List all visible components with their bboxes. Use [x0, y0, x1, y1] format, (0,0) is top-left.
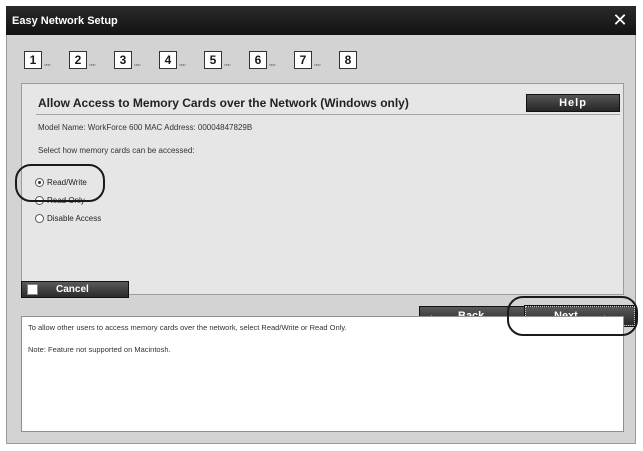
radio-button[interactable] [35, 195, 44, 205]
step-dots: ▫▫▫ [89, 62, 95, 69]
divider [36, 114, 620, 115]
step-number: 2 [69, 51, 87, 69]
step-dots: ▫▫▫ [179, 62, 185, 69]
instruction-text: Select how memory cards can be accessed: [38, 146, 195, 155]
info-panel: To allow other users to access memory ca… [21, 316, 624, 432]
step-6: 6 ▫▫▫ [249, 51, 288, 69]
step-number: 7 [294, 51, 312, 69]
cancel-checkbox-icon [27, 284, 38, 295]
radio-button[interactable] [35, 177, 44, 187]
info-note: Note: Feature not supported on Macintosh… [28, 345, 171, 354]
model-info: Model Name: WorkForce 600 MAC Address: 0… [38, 123, 253, 132]
radio-button[interactable] [35, 213, 44, 223]
step-1: 1 ▫▫▫ [24, 51, 63, 69]
step-number: 5 [204, 51, 222, 69]
step-2: 2 ▫▫▫ [69, 51, 108, 69]
page-title: Allow Access to Memory Cards over the Ne… [38, 96, 409, 110]
step-dots: ▫▫▫ [269, 62, 275, 69]
option-read-only[interactable]: Read Only [35, 191, 101, 209]
option-label: Read Only [47, 195, 85, 205]
window-title: Easy Network Setup [12, 14, 118, 27]
help-button[interactable]: Help [526, 94, 620, 112]
cancel-label: Cancel [56, 284, 89, 295]
step-3: 3 ▫▫▫ [114, 51, 153, 69]
cancel-button[interactable]: Cancel [21, 281, 129, 298]
step-4: 4 ▫▫▫ [159, 51, 198, 69]
step-number: 8 [339, 51, 357, 69]
close-icon[interactable]: ✕ [610, 10, 630, 30]
wizard-window: 1 ▫▫▫ 2 ▫▫▫ 3 ▫▫▫ 4 ▫▫▫ 5 ▫▫▫ 6 ▫▫▫ 7 ▫▫▫ 8 All… [6, 35, 636, 444]
step-number: 3 [114, 51, 132, 69]
step-number: 6 [249, 51, 267, 69]
title-bar: Easy Network Setup ✕ [6, 6, 636, 35]
info-text: To allow other users to access memory ca… [28, 323, 347, 332]
option-read-write[interactable]: Read/Write [35, 173, 101, 191]
step-5: 5 ▫▫▫ [204, 51, 243, 69]
step-indicator: 1 ▫▫▫ 2 ▫▫▫ 3 ▫▫▫ 4 ▫▫▫ 5 ▫▫▫ 6 ▫▫▫ 7 ▫▫▫ 8 [24, 51, 363, 69]
step-number: 1 [24, 51, 42, 69]
step-dots: ▫▫▫ [314, 62, 320, 69]
step-dots: ▫▫▫ [44, 62, 50, 69]
content-panel: Allow Access to Memory Cards over the Ne… [21, 83, 624, 295]
option-label: Read/Write [47, 177, 87, 187]
access-options: Read/Write Read Only Disable Access [35, 173, 101, 227]
option-disable-access[interactable]: Disable Access [35, 209, 101, 227]
step-8: 8 [339, 51, 357, 69]
step-dots: ▫▫▫ [224, 62, 230, 69]
step-7: 7 ▫▫▫ [294, 51, 333, 69]
option-label: Disable Access [47, 213, 102, 223]
step-dots: ▫▫▫ [134, 62, 140, 69]
step-number: 4 [159, 51, 177, 69]
